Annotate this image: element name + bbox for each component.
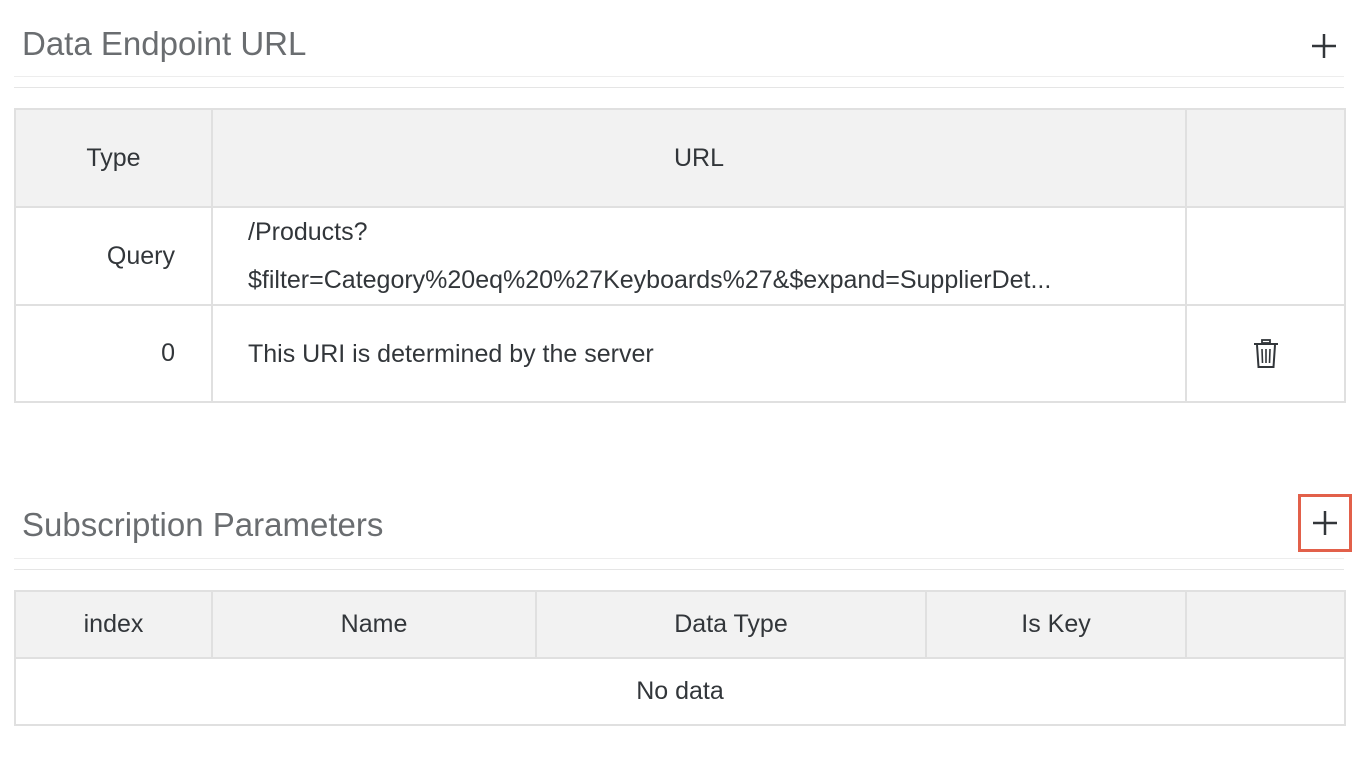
trash-icon (1253, 338, 1278, 368)
subscription-section-title: Subscription Parameters (22, 506, 384, 543)
delete-button[interactable] (1253, 338, 1279, 368)
url-line-2: $filter=Category%20eq%20%27Keyboards%27&… (248, 266, 1052, 294)
section-divider (14, 569, 1344, 570)
column-header-index: index (14, 590, 213, 659)
table-row[interactable]: Query /Products? $filter=Category%20eq%2… (14, 206, 1346, 306)
endpoint-section-title: Data Endpoint URL (22, 25, 307, 62)
column-header-data-type: Data Type (535, 590, 927, 659)
section-divider (14, 76, 1344, 77)
column-header-url: URL (211, 108, 1187, 208)
add-subscription-parameter-button[interactable] (1298, 494, 1352, 552)
add-endpoint-button[interactable] (1304, 26, 1344, 66)
row-url: This URI is determined by the server (211, 304, 1187, 403)
no-data-text: No data (14, 657, 1346, 726)
column-header-is-key: Is Key (925, 590, 1187, 659)
subscription-parameters-table: index Name Data Type Is Key No data (14, 590, 1346, 726)
column-header-name: Name (211, 590, 537, 659)
row-actions (1185, 206, 1346, 306)
section-divider (14, 558, 1344, 559)
empty-row: No data (14, 657, 1346, 726)
section-divider (14, 87, 1344, 88)
plus-icon (1312, 34, 1336, 58)
column-header-type: Type (14, 108, 213, 208)
table-header-row: index Name Data Type Is Key (14, 590, 1346, 659)
table-row[interactable]: 0 This URI is determined by the server (14, 304, 1346, 403)
row-type: 0 (14, 304, 213, 403)
column-header-actions (1185, 108, 1346, 208)
endpoint-table: Type URL Query /Products? $filter=Catego… (14, 108, 1346, 403)
row-type: Query (14, 206, 213, 306)
plus-icon (1313, 511, 1337, 535)
row-url: /Products? $filter=Category%20eq%20%27Ke… (211, 206, 1187, 306)
row-actions (1185, 304, 1346, 403)
column-header-actions (1185, 590, 1346, 659)
table-header-row: Type URL (14, 108, 1346, 208)
url-line-1: /Products? (248, 218, 368, 246)
